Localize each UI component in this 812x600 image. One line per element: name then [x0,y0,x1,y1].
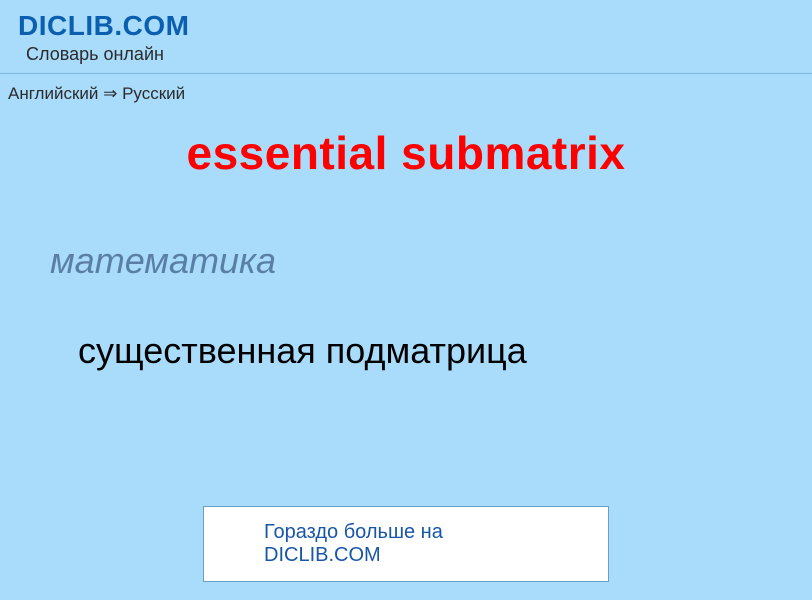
site-title[interactable]: DICLIB.COM [18,10,812,42]
site-subtitle: Словарь онлайн [26,44,812,65]
definition-block: математика существенная подматрица [0,240,812,372]
divider [0,73,812,74]
entry-title: essential submatrix [0,126,812,180]
header: DICLIB.COM Словарь онлайн [0,0,812,65]
breadcrumb: Английский ⇒ Русский [8,84,812,104]
translation-text: существенная подматрица [78,330,762,372]
footer-link[interactable]: Гораздо больше на DICLIB.COM [203,506,609,582]
category-label: математика [50,240,762,282]
